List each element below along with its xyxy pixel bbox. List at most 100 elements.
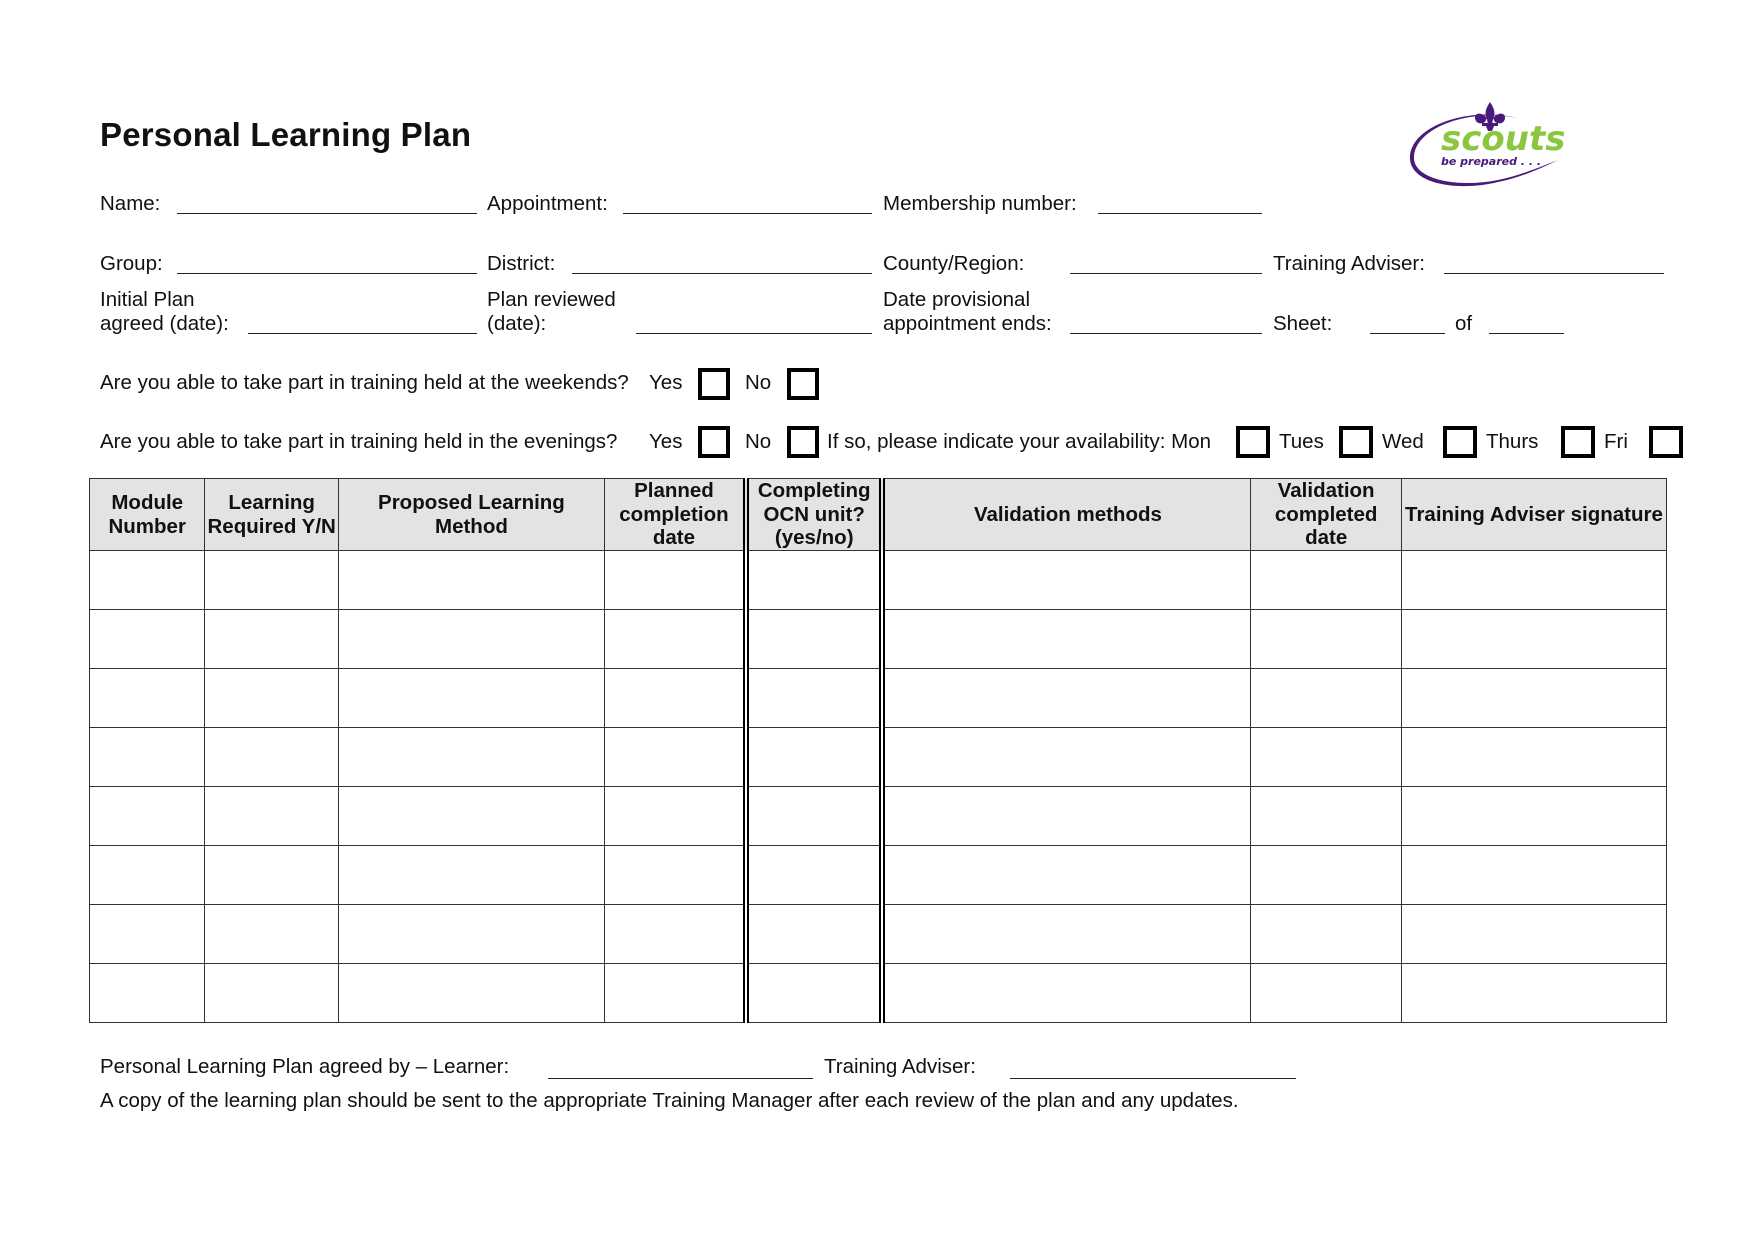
cell-proposed-learning-method[interactable] bbox=[337, 609, 605, 669]
table-row bbox=[88, 668, 1668, 728]
header-planned-completion-date: Planned completion date bbox=[603, 478, 747, 551]
cell-training-adviser-signature[interactable] bbox=[1400, 904, 1668, 964]
cell-completing-ocn-unit[interactable] bbox=[742, 845, 883, 905]
cell-validation-completed-date[interactable] bbox=[1250, 845, 1402, 905]
cell-completing-ocn-unit[interactable] bbox=[742, 786, 883, 846]
cell-validation-methods[interactable] bbox=[879, 550, 1252, 610]
cell-training-adviser-signature[interactable] bbox=[1400, 609, 1668, 669]
cell-validation-methods[interactable] bbox=[879, 668, 1252, 728]
cell-validation-completed-date[interactable] bbox=[1250, 786, 1402, 846]
table-row bbox=[88, 727, 1668, 787]
sheet-total-field[interactable] bbox=[1489, 333, 1564, 334]
date-provisional-label-line2: appointment ends: bbox=[883, 312, 1052, 335]
table-row bbox=[88, 609, 1668, 669]
cell-validation-methods[interactable] bbox=[879, 609, 1252, 669]
cell-validation-methods[interactable] bbox=[879, 963, 1252, 1023]
cell-proposed-learning-method[interactable] bbox=[337, 668, 605, 728]
cell-planned-completion-date[interactable] bbox=[603, 727, 747, 787]
evenings-yes-checkbox[interactable] bbox=[698, 426, 730, 458]
cell-learning-required[interactable] bbox=[204, 845, 339, 905]
cell-validation-completed-date[interactable] bbox=[1250, 727, 1402, 787]
name-field[interactable] bbox=[177, 213, 477, 214]
availability-label: If so, please indicate your availability… bbox=[827, 430, 1212, 453]
cell-module-number[interactable] bbox=[88, 550, 206, 610]
cell-validation-completed-date[interactable] bbox=[1250, 668, 1402, 728]
cell-validation-methods[interactable] bbox=[879, 904, 1252, 964]
cell-planned-completion-date[interactable] bbox=[603, 786, 747, 846]
cell-training-adviser-signature[interactable] bbox=[1400, 963, 1668, 1023]
cell-module-number[interactable] bbox=[88, 963, 206, 1023]
date-provisional-field[interactable] bbox=[1070, 333, 1262, 334]
appointment-label: Appointment: bbox=[487, 192, 608, 215]
weekends-yes-checkbox[interactable] bbox=[698, 368, 730, 400]
cell-validation-completed-date[interactable] bbox=[1250, 963, 1402, 1023]
cell-learning-required[interactable] bbox=[204, 668, 339, 728]
county-region-label: County/Region: bbox=[883, 252, 1025, 275]
cell-planned-completion-date[interactable] bbox=[603, 609, 747, 669]
cell-planned-completion-date[interactable] bbox=[603, 963, 747, 1023]
cell-module-number[interactable] bbox=[88, 727, 206, 787]
district-field[interactable] bbox=[572, 273, 872, 274]
appointment-field[interactable] bbox=[623, 213, 872, 214]
cell-training-adviser-signature[interactable] bbox=[1400, 786, 1668, 846]
membership-number-field[interactable] bbox=[1098, 213, 1262, 214]
cell-validation-completed-date[interactable] bbox=[1250, 609, 1402, 669]
cell-proposed-learning-method[interactable] bbox=[337, 727, 605, 787]
cell-learning-required[interactable] bbox=[204, 550, 339, 610]
availability-mon-checkbox[interactable] bbox=[1236, 426, 1270, 458]
cell-learning-required[interactable] bbox=[204, 609, 339, 669]
cell-module-number[interactable] bbox=[88, 668, 206, 728]
scouts-logo: scouts be prepared . . . bbox=[1408, 98, 1588, 203]
cell-proposed-learning-method[interactable] bbox=[337, 550, 605, 610]
cell-proposed-learning-method[interactable] bbox=[337, 963, 605, 1023]
cell-validation-completed-date[interactable] bbox=[1250, 904, 1402, 964]
availability-wed-checkbox[interactable] bbox=[1443, 426, 1477, 458]
cell-module-number[interactable] bbox=[88, 845, 206, 905]
learner-signature-field[interactable] bbox=[548, 1078, 813, 1079]
cell-completing-ocn-unit[interactable] bbox=[742, 904, 883, 964]
cell-completing-ocn-unit[interactable] bbox=[742, 963, 883, 1023]
cell-training-adviser-signature[interactable] bbox=[1400, 668, 1668, 728]
cell-completing-ocn-unit[interactable] bbox=[742, 550, 883, 610]
cell-validation-methods[interactable] bbox=[879, 845, 1252, 905]
cell-planned-completion-date[interactable] bbox=[603, 904, 747, 964]
date-provisional-label-line1: Date provisional bbox=[883, 288, 1030, 311]
cell-proposed-learning-method[interactable] bbox=[337, 904, 605, 964]
cell-validation-methods[interactable] bbox=[879, 786, 1252, 846]
training-adviser-signature-field[interactable] bbox=[1010, 1078, 1296, 1079]
cell-training-adviser-signature[interactable] bbox=[1400, 845, 1668, 905]
cell-validation-completed-date[interactable] bbox=[1250, 550, 1402, 610]
cell-planned-completion-date[interactable] bbox=[603, 668, 747, 728]
availability-tues-checkbox[interactable] bbox=[1339, 426, 1373, 458]
cell-learning-required[interactable] bbox=[204, 786, 339, 846]
availability-fri-checkbox[interactable] bbox=[1649, 426, 1683, 458]
cell-learning-required[interactable] bbox=[204, 963, 339, 1023]
group-field[interactable] bbox=[177, 273, 477, 274]
cell-training-adviser-signature[interactable] bbox=[1400, 727, 1668, 787]
county-region-field[interactable] bbox=[1070, 273, 1262, 274]
initial-plan-date-field[interactable] bbox=[248, 333, 477, 334]
weekends-no-checkbox[interactable] bbox=[787, 368, 819, 400]
cell-validation-methods[interactable] bbox=[879, 727, 1252, 787]
cell-module-number[interactable] bbox=[88, 609, 206, 669]
evenings-no-checkbox[interactable] bbox=[787, 426, 819, 458]
plan-reviewed-date-field[interactable] bbox=[636, 333, 872, 334]
cell-proposed-learning-method[interactable] bbox=[337, 845, 605, 905]
plan-reviewed-label-line1: Plan reviewed bbox=[487, 288, 616, 311]
cell-learning-required[interactable] bbox=[204, 904, 339, 964]
cell-completing-ocn-unit[interactable] bbox=[742, 609, 883, 669]
header-learning-required: Learning Required Y/N bbox=[204, 478, 339, 551]
cell-learning-required[interactable] bbox=[204, 727, 339, 787]
training-adviser-field[interactable] bbox=[1444, 273, 1664, 274]
cell-completing-ocn-unit[interactable] bbox=[742, 727, 883, 787]
cell-planned-completion-date[interactable] bbox=[603, 550, 747, 610]
cell-completing-ocn-unit[interactable] bbox=[742, 668, 883, 728]
cell-planned-completion-date[interactable] bbox=[603, 845, 747, 905]
cell-module-number[interactable] bbox=[88, 786, 206, 846]
group-label: Group: bbox=[100, 252, 163, 275]
cell-module-number[interactable] bbox=[88, 904, 206, 964]
cell-proposed-learning-method[interactable] bbox=[337, 786, 605, 846]
availability-thurs-checkbox[interactable] bbox=[1561, 426, 1595, 458]
sheet-number-field[interactable] bbox=[1370, 333, 1445, 334]
cell-training-adviser-signature[interactable] bbox=[1400, 550, 1668, 610]
